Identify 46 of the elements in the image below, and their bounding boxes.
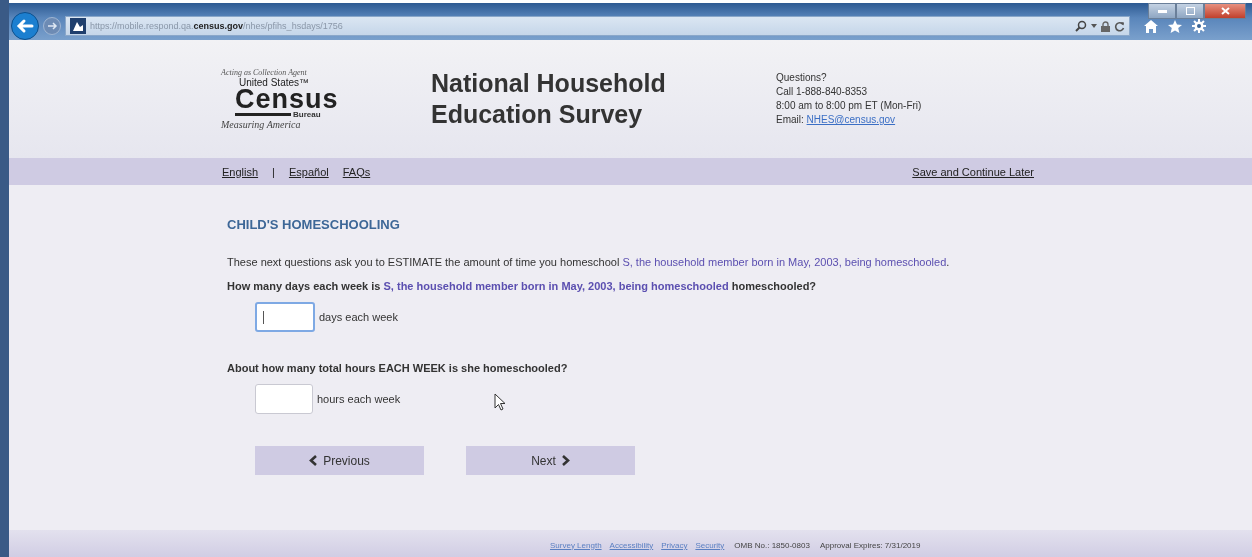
refresh-icon[interactable] — [1114, 20, 1125, 32]
nav-link[interactable]: FAQs — [342, 165, 371, 178]
favorites-star-icon[interactable] — [1168, 19, 1182, 33]
forward-icon[interactable] — [43, 17, 61, 35]
footer-text: OMB No.: 1850-0803 — [734, 540, 810, 550]
minimize-icon — [1157, 9, 1167, 13]
page-icon — [70, 18, 86, 34]
nav-link[interactable]: Español — [288, 165, 329, 178]
back-icon[interactable] — [11, 12, 39, 40]
contact-heading: Questions? — [776, 71, 828, 85]
site-title: Education Survey — [431, 99, 644, 130]
lock-icon[interactable] — [1101, 20, 1110, 32]
nav-link[interactable]: English — [222, 165, 259, 178]
unit-label: hours each week — [317, 393, 401, 405]
search-icon[interactable] — [1075, 20, 1087, 32]
nav-separator: | — [272, 165, 275, 178]
minimize-button[interactable] — [1148, 3, 1176, 19]
census-logo[interactable]: Acting as Collection Agent United States™ Census Bureau Measuring America — [221, 68, 371, 130]
chevron-left-icon — [309, 455, 319, 466]
address-bar[interactable]: https://mobile.respond.qa.census.gov/nhes/pfihs_hsdays/1756 — [65, 16, 1130, 36]
email-label: Email: — [776, 114, 804, 125]
section-title: CHILD'S HOMESCHOOLING — [227, 217, 401, 232]
home-icon[interactable] — [1144, 19, 1158, 33]
question-text: About how many total hours EACH WEEK is she homeschooled? — [227, 361, 569, 376]
save-later-link[interactable]: Save and Continue Later — [912, 165, 1034, 178]
footer-text: Approval Expires: 7/31/2019 — [819, 540, 921, 550]
answer-field[interactable] — [255, 302, 315, 332]
text-cursor — [263, 311, 264, 324]
maximize-icon — [1185, 7, 1195, 15]
mouse-pointer-icon — [494, 393, 507, 411]
settings-icon[interactable] — [1192, 19, 1206, 33]
close-button[interactable] — [1204, 3, 1246, 19]
contact-text: Call 1-888-840-8353 — [776, 85, 869, 99]
close-icon — [1220, 7, 1230, 15]
previous-button[interactable]: Previous — [255, 446, 424, 475]
answer-field[interactable] — [255, 384, 313, 414]
question-text: How many days each week is S, the household member born in May, 2003, being homeschooled homeschooled? — [227, 279, 818, 294]
unit-label: days each week — [319, 311, 398, 323]
dropdown-icon[interactable] — [1091, 24, 1097, 28]
email-link[interactable]: NHES@census.gov — [806, 114, 896, 125]
site-title: National Household — [431, 68, 667, 99]
next-button[interactable]: Next — [466, 446, 635, 475]
contact-text: 8:00 am to 8:00 pm ET (Mon-Fri) — [776, 99, 922, 113]
chevron-right-icon — [560, 455, 570, 466]
maximize-button[interactable] — [1176, 3, 1204, 19]
instructions-text: These next questions ask you to ESTIMATE the amount of time you homeschool S, the household member born in May, 2003, being homeschooled. — [227, 255, 951, 270]
